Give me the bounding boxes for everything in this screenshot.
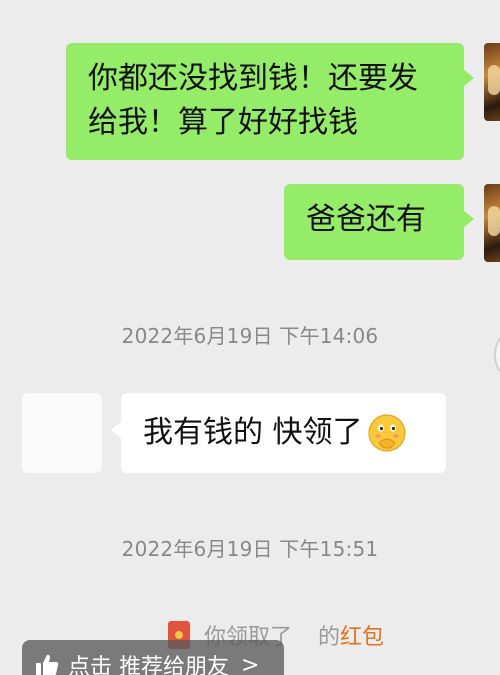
recommend-to-friends-button[interactable]: 点击 推荐给朋友 > (22, 640, 284, 675)
chat-area: 你都还没找到钱！还要发 给我！算了好好找钱 爸爸还有 2022年6月19日 下午… (0, 0, 500, 675)
message-text-line: 你都还没找到钱！还要发 (88, 61, 418, 96)
my-avatar[interactable] (484, 184, 500, 262)
chevron-right-icon: > (241, 652, 260, 675)
outgoing-message-bubble[interactable]: 你都还没找到钱！还要发 给我！算了好好找钱 (66, 43, 474, 160)
contact-avatar[interactable] (22, 393, 102, 473)
message-text-line: 给我！算了好好找钱 (88, 105, 358, 140)
outgoing-message-bubble[interactable]: 爸爸还有 (284, 184, 474, 260)
red-packet-notice-middle: 的 (318, 625, 341, 650)
red-packet-link[interactable]: 红包 (340, 619, 384, 651)
message-timestamp: 2022年6月19日 下午15:51 (121, 537, 379, 561)
recommend-label: 点击 推荐给朋友 (68, 655, 229, 675)
message-text: 爸爸还有 (306, 202, 426, 237)
face-with-hand-over-mouth-emoji (367, 413, 407, 453)
message-text: 我有钱的 快领了 (143, 415, 363, 450)
incoming-message-bubble[interactable]: 我有钱的 快领了 (111, 393, 446, 473)
message-timestamp: 2022年6月19日 下午14:06 (121, 324, 379, 348)
my-avatar[interactable] (484, 43, 500, 121)
thumbs-up-icon (34, 652, 60, 675)
